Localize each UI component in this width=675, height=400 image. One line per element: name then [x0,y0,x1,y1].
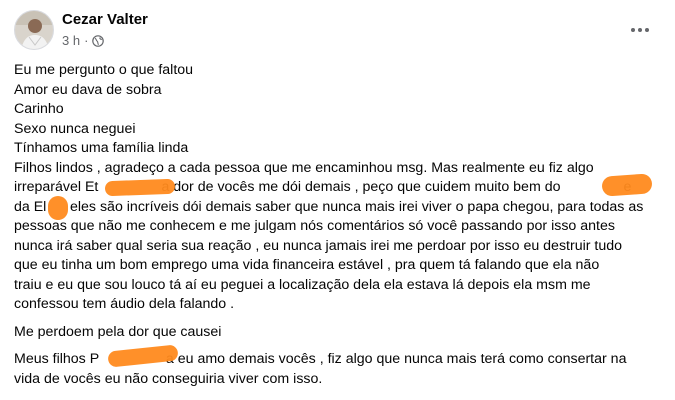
text-line: pessoas que não me conhecem e me julgam … [14,218,615,234]
post-timestamp[interactable]: 3 h [62,33,80,48]
post-body: Eu me pergunto o que faltou Amor eu dava… [14,61,664,389]
text-line: Filhos lindos , agradeço a cada pessoa q… [14,159,594,176]
avatar-photo [15,11,53,49]
text-line: Carinho [14,101,64,117]
text-line: Sexo nunca neguei [14,120,136,137]
text-line: nunca irá saber qual seria sua reação , … [14,237,623,254]
text-line: que eu tinha um bom emprego uma vida fin… [14,257,600,273]
text-line: vida de vocês eu não conseguiria viver c… [14,370,323,387]
redaction-mark [48,196,68,220]
text-line: Me perdoem pela dor que causei [14,323,222,340]
text-line: confessou tem áudio dela falando . [14,296,235,312]
post-meta: 3 h · [62,33,105,48]
globe-icon[interactable] [92,34,105,47]
text-line: traiu e eu que sou louco tá aí eu peguei… [14,276,591,293]
more-options-button[interactable] [626,16,654,44]
text-line: da El eles são incríveis dói demais sabe… [14,198,644,215]
more-horizontal-icon [631,28,649,32]
meta-separator: · [84,33,89,48]
author-avatar[interactable] [14,10,54,50]
text-line: Eu me pergunto o que faltou [14,62,194,78]
post-header: Cezar Valter 3 h · [14,8,664,54]
text-line: Tínhamos uma família linda [14,140,189,156]
redaction-mark [601,173,653,197]
facebook-post: Cezar Valter 3 h · Eu me pergunto o que … [0,0,675,400]
author-name[interactable]: Cezar Valter [62,11,148,28]
redaction-mark [104,178,176,197]
text-line: Amor eu dava de sobra [14,81,162,98]
apology-paragraph: Me perdoem pela dor que causei [14,323,664,343]
